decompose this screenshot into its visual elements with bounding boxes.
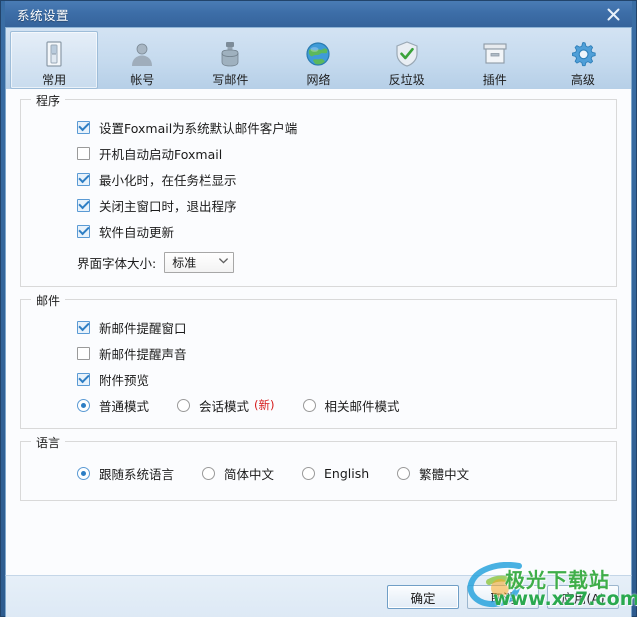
dialog-footer: 确定 取消 应用(A) 极光下载站 www.xz7.com (5, 562, 637, 617)
tab-label: 网络 (306, 73, 331, 87)
option-default-client[interactable]: 设置Foxmail为系统默认邮件客户端 (31, 114, 606, 140)
radio-label: 跟随系统语言 (99, 466, 175, 482)
group-program: 程序 设置Foxmail为系统默认邮件客户端 开机自动启动Foxmail 最小化… (20, 92, 617, 287)
font-size-value: 标准 (172, 255, 197, 270)
option-minimize-tray[interactable]: 最小化时，在任务栏显示 (31, 166, 606, 192)
radio-button[interactable] (397, 466, 411, 480)
radio-label: 会话模式 (199, 398, 250, 414)
tab-label: 插件 (482, 73, 507, 87)
radio-conversation-mode[interactable]: 会话模式 (新) (177, 396, 275, 415)
radio-label: 繁體中文 (419, 466, 470, 482)
radio-button[interactable] (77, 398, 90, 412)
group-mail-legend: 邮件 (31, 292, 66, 309)
new-badge: (新) (254, 398, 275, 412)
tab-label: 帐号 (130, 73, 155, 87)
close-icon[interactable] (596, 3, 630, 25)
apply-button[interactable]: 应用(A) (547, 585, 619, 609)
checkbox-close-exit[interactable] (77, 198, 90, 212)
group-language-legend: 语言 (31, 434, 66, 451)
shield-check-icon (391, 38, 423, 69)
tab-network[interactable]: 网络 (274, 31, 362, 89)
radio-follow-system[interactable]: 跟随系统语言 (77, 464, 174, 483)
checkbox-new-mail-popup[interactable] (77, 320, 90, 334)
checkbox-autostart[interactable] (77, 146, 90, 160)
font-size-row: 界面字体大小: 标准 (31, 248, 606, 276)
radio-label: 简体中文 (224, 466, 275, 482)
cancel-button[interactable]: 取消 (467, 585, 539, 609)
box-icon (479, 38, 511, 69)
checkbox-label: 新邮件提醒窗口 (99, 320, 187, 336)
ok-button[interactable]: 确定 (387, 585, 459, 609)
font-size-label: 界面字体大小: (77, 255, 157, 271)
checkbox-default-client[interactable] (77, 120, 90, 134)
globe-icon (302, 38, 334, 69)
tab-label: 常用 (42, 73, 67, 87)
checkbox-minimize-tray[interactable] (77, 172, 90, 186)
option-autostart[interactable]: 开机自动启动Foxmail (31, 140, 606, 166)
group-mail: 邮件 新邮件提醒窗口 新邮件提醒声音 附件预览 普通模式 会话模式 (新) 相关… (20, 292, 617, 429)
checkbox-label: 软件自动更新 (99, 224, 175, 240)
tab-antispam[interactable]: 反垃圾 (363, 31, 451, 89)
option-new-mail-sound[interactable]: 新邮件提醒声音 (31, 340, 606, 366)
tab-label: 写邮件 (212, 73, 249, 87)
tab-advanced[interactable]: 高级 (539, 31, 627, 89)
option-close-exit[interactable]: 关闭主窗口时，退出程序 (31, 192, 606, 218)
user-icon (126, 38, 158, 69)
radio-button[interactable] (77, 466, 90, 480)
option-auto-update[interactable]: 软件自动更新 (31, 218, 606, 244)
radio-traditional-chinese[interactable]: 繁體中文 (397, 464, 469, 483)
tab-general[interactable]: 常用 (10, 31, 99, 89)
checkbox-label: 新邮件提醒声音 (99, 346, 187, 362)
tab-account[interactable]: 帐号 (98, 31, 186, 89)
radio-button[interactable] (302, 398, 316, 412)
settings-content: 程序 设置Foxmail为系统默认邮件客户端 开机自动启动Foxmail 最小化… (5, 89, 632, 575)
checkbox-label: 最小化时，在任务栏显示 (99, 172, 237, 188)
checkbox-label: 开机自动启动Foxmail (99, 146, 223, 162)
language-radio-group: 跟随系统语言 简体中文 English 繁體中文 (31, 456, 606, 490)
checkbox-new-mail-sound[interactable] (77, 346, 90, 360)
radio-english[interactable]: English (302, 466, 369, 481)
gear-icon (567, 38, 599, 69)
chevron-down-icon (219, 257, 229, 267)
switch-icon (38, 38, 70, 69)
checkbox-auto-update[interactable] (77, 224, 90, 238)
window-title: 系统设置 (17, 7, 70, 23)
radio-label: English (324, 465, 370, 481)
tab-label: 高级 (570, 73, 595, 87)
checkbox-label: 附件预览 (99, 372, 150, 388)
checkbox-attachment-preview[interactable] (77, 372, 90, 386)
radio-normal-mode[interactable]: 普通模式 (77, 396, 149, 415)
option-attachment-preview[interactable]: 附件预览 (31, 366, 606, 392)
inkwell-icon (214, 38, 246, 69)
tab-compose[interactable]: 写邮件 (186, 31, 274, 89)
option-new-mail-popup[interactable]: 新邮件提醒窗口 (31, 314, 606, 340)
tab-label: 反垃圾 (388, 73, 425, 87)
group-language: 语言 跟随系统语言 简体中文 English 繁體中文 (20, 434, 617, 501)
radio-label: 相关邮件模式 (324, 398, 400, 414)
radio-related-mail-mode[interactable]: 相关邮件模式 (302, 396, 400, 415)
settings-dialog: 系统设置 常用 帐号 写邮件 网络 反垃圾 插件 高级 程序 设置Foxmail… (0, 0, 637, 617)
radio-label: 普通模式 (99, 398, 150, 414)
radio-button[interactable] (177, 398, 191, 412)
checkbox-label: 设置Foxmail为系统默认邮件客户端 (99, 120, 298, 136)
titlebar: 系统设置 (5, 1, 632, 27)
checkbox-label: 关闭主窗口时，退出程序 (99, 198, 237, 214)
radio-button[interactable] (202, 466, 216, 480)
font-size-select[interactable]: 标准 (164, 251, 235, 273)
radio-simplified-chinese[interactable]: 简体中文 (202, 464, 274, 483)
mail-mode-group: 普通模式 会话模式 (新) 相关邮件模式 (31, 392, 606, 418)
radio-button[interactable] (302, 466, 316, 480)
group-program-legend: 程序 (31, 92, 66, 109)
tab-plugins[interactable]: 插件 (451, 31, 539, 89)
tab-strip: 常用 帐号 写邮件 网络 反垃圾 插件 高级 (5, 27, 632, 89)
